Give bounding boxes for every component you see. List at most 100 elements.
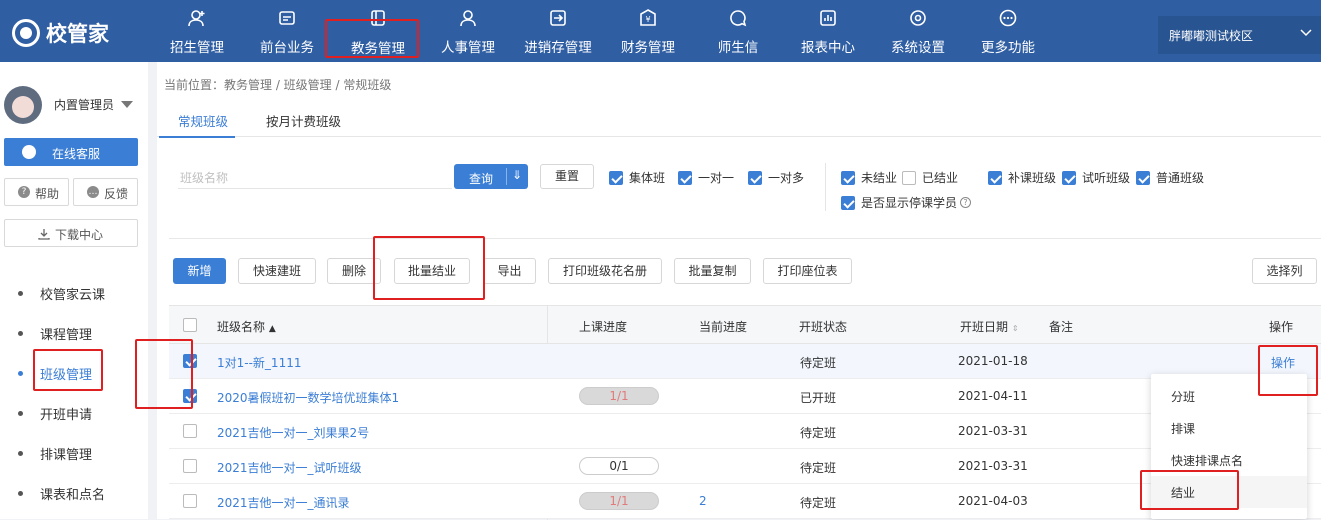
table-row[interactable]: 2021吉他一对一_试听班级 0/1 待定班 2021-03-31	[169, 449, 1321, 484]
campus-selector[interactable]: 胖嘟嘟测试校区	[1158, 16, 1321, 54]
help-button[interactable]: ? 帮助	[4, 178, 69, 206]
quick-create-class-button[interactable]: 快速建班	[238, 258, 316, 284]
table-row[interactable]: 2021吉他一对一_刘果果2号 待定班 2021-03-31	[169, 414, 1321, 449]
class-name-link[interactable]: 2021吉他一对一_试听班级	[217, 459, 362, 476]
checkbox-label: 一对多	[768, 171, 805, 185]
checkbox[interactable]	[841, 170, 855, 185]
sidebar-item-schedule-management[interactable]: 排课管理	[0, 432, 148, 472]
nav-enrollment[interactable]: 招生管理	[153, 0, 241, 62]
inventory-icon	[550, 10, 566, 26]
checkbox[interactable]	[748, 170, 762, 185]
nav-hr[interactable]: 人事管理	[423, 0, 513, 62]
query-button[interactable]: 查询 ⇓	[454, 164, 528, 189]
select-all-checkbox[interactable]	[183, 318, 197, 332]
batch-graduate-button[interactable]: 批量结业	[394, 258, 470, 284]
app-logo[interactable]: 校管家	[12, 18, 109, 48]
menu-item-assign-class[interactable]: 分班	[1151, 380, 1307, 412]
reset-button[interactable]: 重置	[540, 164, 594, 189]
menu-item-schedule[interactable]: 排课	[1151, 412, 1307, 444]
actions-link[interactable]: 操作	[1271, 354, 1295, 371]
sort-up-icon[interactable]: ▲	[269, 324, 276, 334]
checkbox[interactable]	[902, 170, 916, 185]
header-open-date[interactable]: 开班日期 ⇕	[960, 318, 1019, 335]
table-row[interactable]: 1对1--新_1111 待定班 2021-01-18 操作	[169, 344, 1321, 379]
choose-columns-button[interactable]: 选择列	[1252, 258, 1317, 284]
row-checkbox[interactable]	[183, 354, 197, 368]
progress-pill: 1/1	[579, 387, 659, 405]
nav-academic[interactable]: 教务管理	[333, 0, 423, 62]
checkbox[interactable]	[678, 170, 692, 185]
sidebar-item-timetable-rollcall[interactable]: 课表和点名	[0, 472, 148, 512]
filter-graduated[interactable]: 已结业	[902, 169, 958, 186]
person-icon	[460, 10, 476, 27]
new-button[interactable]: 新增	[173, 258, 226, 284]
open-date: 2021-04-03	[958, 494, 1028, 508]
info-icon[interactable]: ?	[960, 197, 972, 208]
feedback-icon: …	[87, 186, 99, 198]
tab-regular-class[interactable]: 常规班级	[178, 111, 228, 130]
table-row[interactable]: 2020暑假班初一数学培优班集体1 1/1 已开班 2021-04-11	[169, 379, 1321, 414]
user-name[interactable]: 内置管理员	[54, 96, 114, 113]
table-row[interactable]: 2021吉他一对一_通讯录 1/1 2 待定班 2021-04-03	[169, 484, 1321, 519]
print-seating-button[interactable]: 打印座位表	[763, 258, 852, 284]
filter-normal-class[interactable]: 普通班级	[1136, 169, 1204, 186]
checkbox[interactable]	[1136, 170, 1150, 185]
nav-finance[interactable]: ¥ 财务管理	[603, 0, 693, 62]
filter-not-graduated[interactable]: 未结业	[841, 169, 897, 186]
campus-name: 胖嘟嘟测试校区	[1169, 29, 1254, 43]
nav-inventory[interactable]: 进销存管理	[513, 0, 603, 62]
sidebar-item-course-management[interactable]: 课程管理	[0, 312, 148, 352]
filter-trial-class[interactable]: 试听班级	[1062, 169, 1130, 186]
nav-reports[interactable]: 报表中心	[783, 0, 873, 62]
header-class-name[interactable]: 班级名称 ▲	[217, 318, 276, 335]
nav-front-desk[interactable]: 前台业务	[243, 0, 331, 62]
sidebar-item-label: 排课管理	[40, 448, 93, 463]
delete-button[interactable]: 删除	[327, 258, 381, 284]
batch-copy-button[interactable]: 批量复制	[674, 258, 751, 284]
download-center-button[interactable]: 下载中心	[4, 219, 138, 247]
filter-one-to-many[interactable]: 一对多	[748, 169, 804, 186]
print-roster-button[interactable]: 打印班级花名册	[548, 258, 662, 284]
class-name-link[interactable]: 2021吉他一对一_通讯录	[217, 494, 350, 511]
tab-monthly-class[interactable]: 按月计费班级	[266, 111, 341, 130]
avatar[interactable]	[4, 86, 42, 124]
nav-label: 系统设置	[891, 40, 945, 56]
nav-messages[interactable]: 师生信	[693, 0, 783, 62]
checkbox-label: 试听班级	[1082, 171, 1131, 185]
chevron-down-icon	[1300, 29, 1312, 37]
row-checkbox[interactable]	[183, 424, 197, 438]
caret-down-icon[interactable]	[121, 101, 133, 108]
nav-settings[interactable]: 系统设置	[873, 0, 963, 62]
header-lesson-progress: 上课进度	[579, 320, 628, 334]
double-chevron-down-icon[interactable]: ⇓	[512, 168, 522, 182]
bullet	[18, 451, 23, 456]
sidebar-item-open-class-request[interactable]: 开班申请	[0, 392, 148, 432]
checkbox[interactable]	[609, 170, 623, 185]
row-checkbox[interactable]	[183, 494, 197, 508]
sort-icon[interactable]: ⇕	[1012, 324, 1019, 333]
filter-group-class[interactable]: 集体班	[609, 169, 665, 186]
main-content: 当前位置：教务管理 / 班级管理 / 常规班级 常规班级 按月计费班级 班级名称…	[157, 62, 1321, 520]
filter-show-stopped-students[interactable]: 是否显示停课学员 ?	[841, 194, 972, 211]
filter-one-on-one[interactable]: 一对一	[678, 169, 734, 186]
checkbox[interactable]	[1062, 170, 1076, 185]
checkbox[interactable]	[841, 195, 855, 210]
checkbox[interactable]	[988, 170, 1002, 185]
online-service-button[interactable]: 在线客服	[4, 138, 138, 166]
filter-makeup-class[interactable]: 补课班级	[988, 169, 1056, 186]
nav-more[interactable]: 更多功能	[963, 0, 1053, 62]
row-checkbox[interactable]	[183, 459, 197, 473]
class-name-search-input[interactable]: 班级名称	[178, 163, 452, 189]
class-name-link[interactable]: 1对1--新_1111	[217, 354, 301, 371]
menu-item-quick-schedule-rollcall[interactable]: 快速排课点名	[1151, 444, 1307, 476]
export-button[interactable]: 导出	[483, 258, 536, 284]
current-progress-link[interactable]: 2	[699, 494, 707, 508]
menu-item-graduate[interactable]: 结业	[1151, 476, 1307, 508]
sidebar-item-cloud-course[interactable]: 校管家云课	[0, 272, 148, 312]
sidebar-item-label: 课表和点名	[40, 488, 106, 503]
feedback-button[interactable]: … 反馈	[73, 178, 138, 206]
class-name-link[interactable]: 2021吉他一对一_刘果果2号	[217, 424, 369, 441]
class-name-link[interactable]: 2020暑假班初一数学培优班集体1	[217, 389, 399, 406]
sidebar-item-class-management[interactable]: 班级管理	[0, 352, 148, 392]
row-checkbox[interactable]	[183, 389, 197, 403]
